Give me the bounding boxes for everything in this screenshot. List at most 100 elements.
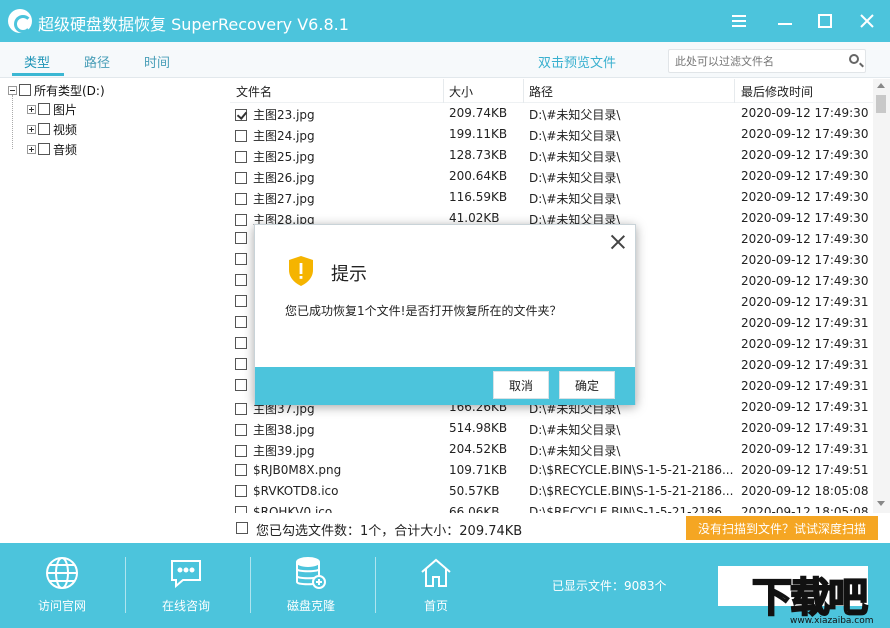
file-name: $ROHKV0.ico (253, 505, 333, 513)
file-size: 41.02KB (449, 211, 500, 225)
preview-file-link[interactable]: 双击预览文件 (538, 52, 616, 71)
row-checkbox[interactable] (235, 232, 247, 244)
title-bar: 超级硬盘数据恢复 SuperRecovery V6.8.1 (0, 0, 890, 42)
table-row[interactable]: 主图39.jpg 204.52KB D:\#未知父目录\ 2020-09-12 17:… (230, 439, 873, 460)
scroll-down-arrow-icon[interactable] (877, 501, 885, 506)
tree-item-images[interactable]: 图片 (27, 100, 77, 118)
file-name-cell: $RVKOTD8.ico (235, 484, 445, 498)
row-checkbox[interactable] (235, 253, 247, 265)
file-size: 204.52KB (449, 442, 508, 456)
column-divider[interactable] (443, 79, 444, 103)
table-row[interactable]: $RJB0M8X.png 109.71KB D:\$RECYCLE.BIN\S-1-… (230, 460, 873, 481)
column-header-path[interactable]: 路径 (529, 83, 553, 101)
tree-root[interactable]: 所有类型(D:) (8, 81, 105, 99)
column-header-size[interactable]: 大小 (449, 83, 473, 101)
file-path: D:\$RECYCLE.BIN\S-1-5-21-2186... (529, 484, 734, 498)
tab-type[interactable]: 类型 (24, 52, 50, 71)
row-checkbox[interactable] (235, 213, 247, 226)
table-row[interactable]: 主图26.jpg 200.64KB D:\#未知父目录\ 2020-09-12 17:… (230, 166, 873, 187)
tree-item-videos[interactable]: 视频 (27, 120, 77, 138)
vertical-scrollbar[interactable] (873, 79, 890, 513)
row-checkbox[interactable] (235, 379, 247, 391)
row-checkbox[interactable] (235, 444, 247, 457)
file-name-cell: 主图24.jpg (235, 127, 445, 144)
row-checkbox[interactable] (235, 464, 247, 476)
column-divider[interactable] (523, 79, 524, 103)
column-header-name[interactable]: 文件名 (236, 83, 272, 101)
collapse-icon[interactable] (8, 85, 17, 95)
table-row[interactable]: 主图27.jpg 116.59KB D:\#未知父目录\ 2020-09-12 17:… (230, 187, 873, 208)
row-checkbox[interactable] (235, 129, 247, 142)
row-checkbox[interactable] (235, 108, 247, 121)
file-date: 2020-09-12 17:49:30 (741, 106, 869, 120)
close-button[interactable] (852, 6, 882, 36)
row-checkbox[interactable] (235, 316, 247, 328)
visit-website-button[interactable]: 访问官网 (7, 555, 117, 621)
tree-item-checkbox[interactable] (38, 123, 50, 135)
row-checkbox[interactable] (235, 150, 247, 163)
tab-path[interactable]: 路径 (84, 52, 110, 71)
row-checkbox[interactable] (235, 295, 247, 307)
row-checkbox[interactable] (235, 402, 247, 415)
file-date: 2020-09-12 17:49:31 (741, 358, 869, 372)
disk-clone-button[interactable]: 磁盘克隆 (256, 555, 366, 621)
expand-icon[interactable] (27, 104, 36, 114)
app-title: 超级硬盘数据恢复 SuperRecovery V6.8.1 (38, 15, 349, 34)
row-checkbox[interactable] (235, 358, 247, 370)
table-row[interactable]: 主图24.jpg 199.11KB D:\#未知父目录\ 2020-09-12 17:… (230, 124, 873, 145)
column-header-date[interactable]: 最后修改时间 (741, 83, 813, 101)
tree-root-checkbox[interactable] (19, 84, 31, 96)
file-date: 2020-09-12 17:49:30 (741, 274, 869, 288)
file-name-cell: $ROHKV0.ico (235, 505, 445, 513)
table-row[interactable]: 主图38.jpg 514.98KB D:\#未知父目录\ 2020-09-12 17:… (230, 418, 873, 439)
file-name-cell: 主图25.jpg (235, 148, 445, 165)
nav-label: 首页 (423, 599, 448, 613)
minimize-icon (778, 23, 792, 25)
file-date: 2020-09-12 17:49:31 (741, 295, 869, 309)
filter-input[interactable] (669, 50, 839, 72)
file-date: 2020-09-12 17:49:31 (741, 442, 869, 456)
file-size: 128.73KB (449, 148, 508, 162)
select-all-checkbox[interactable] (236, 522, 248, 534)
globe-icon (46, 557, 78, 589)
tree-item-checkbox[interactable] (38, 103, 50, 115)
tab-time[interactable]: 时间 (144, 52, 170, 71)
table-header: 文件名 大小 路径 最后修改时间 (230, 79, 873, 103)
minimize-button[interactable] (770, 6, 800, 36)
disk-clone-icon (296, 557, 326, 589)
prompt-dialog: 提示 您已成功恢复1个文件!是否打开恢复所在的文件夹？ 取消 确定 (254, 224, 636, 405)
table-row[interactable]: 主图23.jpg 209.74KB D:\#未知父目录\ 2020-09-12 17:… (230, 103, 873, 124)
row-checkbox[interactable] (235, 485, 247, 497)
table-row[interactable]: 主图25.jpg 128.73KB D:\#未知父目录\ 2020-09-12 17:… (230, 145, 873, 166)
menu-button[interactable] (724, 6, 754, 36)
scroll-thumb[interactable] (876, 95, 886, 113)
file-name-cell: 主图27.jpg (235, 190, 445, 207)
deep-scan-button[interactable]: 没有扫描到文件？试试深度扫描 (686, 516, 878, 540)
column-divider[interactable] (734, 79, 735, 103)
row-checkbox[interactable] (235, 506, 247, 513)
dialog-close-icon[interactable] (609, 233, 627, 251)
search-icon[interactable] (849, 54, 859, 64)
row-checkbox[interactable] (235, 171, 247, 184)
row-checkbox[interactable] (235, 192, 247, 205)
table-row[interactable]: $ROHKV0.ico 66.06KB D:\$RECYCLE.BIN\S-1-5-… (230, 502, 873, 513)
tree-connector (12, 95, 13, 149)
home-button[interactable]: 首页 (381, 555, 491, 621)
divider (125, 557, 126, 613)
row-checkbox[interactable] (235, 274, 247, 286)
file-date: 2020-09-12 17:49:31 (741, 316, 869, 330)
online-consult-button[interactable]: 在线咨询 (131, 555, 241, 621)
maximize-button[interactable] (810, 6, 840, 36)
expand-icon[interactable] (27, 144, 36, 154)
selection-status: 您已勾选文件数：1个，合计大小：209.74KB 没有扫描到文件？试试深度扫描 (230, 514, 890, 542)
confirm-button[interactable]: 确定 (559, 371, 615, 399)
tree-item-audio[interactable]: 音频 (27, 140, 77, 158)
row-checkbox[interactable] (235, 337, 247, 349)
expand-icon[interactable] (27, 124, 36, 134)
row-checkbox[interactable] (235, 423, 247, 436)
scroll-up-arrow-icon[interactable] (877, 83, 885, 88)
table-row[interactable]: $RVKOTD8.ico 50.57KB D:\$RECYCLE.BIN\S-1-5… (230, 481, 873, 502)
cancel-button[interactable]: 取消 (493, 371, 549, 399)
file-date: 2020-09-12 17:49:30 (741, 169, 869, 183)
tree-item-checkbox[interactable] (38, 143, 50, 155)
